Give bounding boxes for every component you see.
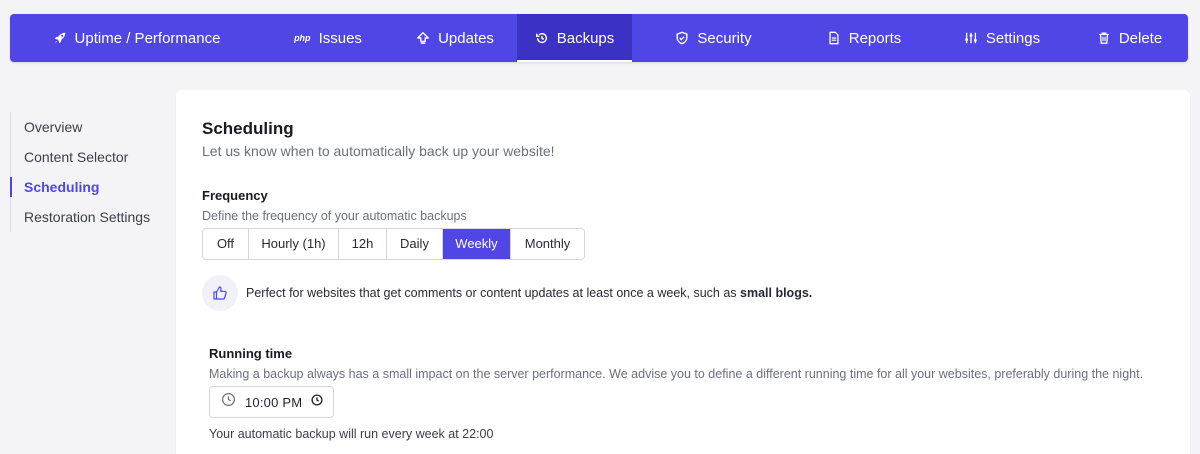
frequency-option-weekly[interactable]: Weekly [443, 229, 511, 259]
tab-security[interactable]: Security [632, 14, 795, 62]
frequency-label: Frequency [202, 188, 268, 203]
sidebar-item-scheduling[interactable]: Scheduling [10, 172, 170, 202]
tab-backups[interactable]: Backups [517, 14, 632, 62]
hint-text: Perfect for websites that get comments o… [246, 286, 812, 300]
hint-text-main: Perfect for websites that get comments o… [246, 286, 741, 300]
tab-label: Issues [318, 29, 362, 47]
thumbs-up-icon [202, 275, 238, 311]
frequency-option-monthly[interactable]: Monthly [511, 229, 584, 259]
trash-icon [1097, 31, 1111, 45]
tab-reports[interactable]: Reports [795, 14, 933, 62]
tab-label: Backups [556, 29, 615, 47]
upload-icon [416, 31, 430, 45]
sidebar-item-restoration-settings[interactable]: Restoration Settings [11, 202, 170, 232]
sliders-icon [964, 31, 978, 45]
section-title: Scheduling [202, 119, 294, 138]
frequency-description: Define the frequency of your automatic b… [202, 209, 467, 223]
tab-issues[interactable]: php Issues [263, 14, 393, 62]
history-icon [535, 31, 549, 45]
frequency-option-hourly[interactable]: Hourly (1h) [249, 229, 339, 259]
running-time-label: Running time [209, 346, 293, 361]
running-time-note: Your automatic backup will run every wee… [209, 427, 494, 441]
running-time-input[interactable]: 10:00 PM [209, 386, 334, 418]
tab-label: Security [697, 29, 752, 47]
frequency-option-daily[interactable]: Daily [387, 229, 443, 259]
running-time-description: Making a backup always has a small impac… [209, 367, 1144, 381]
section-subtitle: Let us know when to automatically back u… [202, 143, 555, 159]
tab-uptime-performance[interactable]: Uptime / Performance [10, 14, 263, 62]
top-navigation: Uptime / Performance php Issues Updates … [10, 14, 1188, 62]
scheduling-card: Scheduling Let us know when to automatic… [176, 90, 1190, 454]
tab-label: Settings [985, 29, 1041, 47]
tab-settings[interactable]: Settings [933, 14, 1071, 62]
tab-label: Delete [1118, 29, 1163, 47]
tab-delete[interactable]: Delete [1071, 14, 1188, 62]
php-icon: php [294, 33, 311, 43]
tab-label: Uptime / Performance [74, 29, 221, 47]
frequency-option-12h[interactable]: 12h [339, 229, 387, 259]
shield-icon [675, 31, 689, 45]
frequency-option-off[interactable]: Off [203, 229, 249, 259]
rocket-icon [53, 31, 67, 45]
tab-label: Updates [438, 29, 494, 47]
sidebar-item-overview[interactable]: Overview [11, 112, 170, 142]
tab-label: Reports [848, 29, 902, 47]
time-picker-clock-icon[interactable] [311, 393, 323, 411]
frequency-hint: Perfect for websites that get comments o… [202, 275, 812, 311]
file-icon [827, 31, 841, 45]
frequency-selector: Off Hourly (1h) 12h Daily Weekly Monthly [202, 228, 585, 260]
sidebar-item-content-selector[interactable]: Content Selector [11, 142, 170, 172]
running-time-value: 10:00 PM [245, 394, 303, 410]
clock-icon [221, 392, 236, 412]
hint-text-emphasis: small blogs. [740, 286, 813, 300]
tab-updates[interactable]: Updates [393, 14, 517, 62]
backups-side-menu: Overview Content Selector Scheduling Res… [10, 112, 170, 232]
